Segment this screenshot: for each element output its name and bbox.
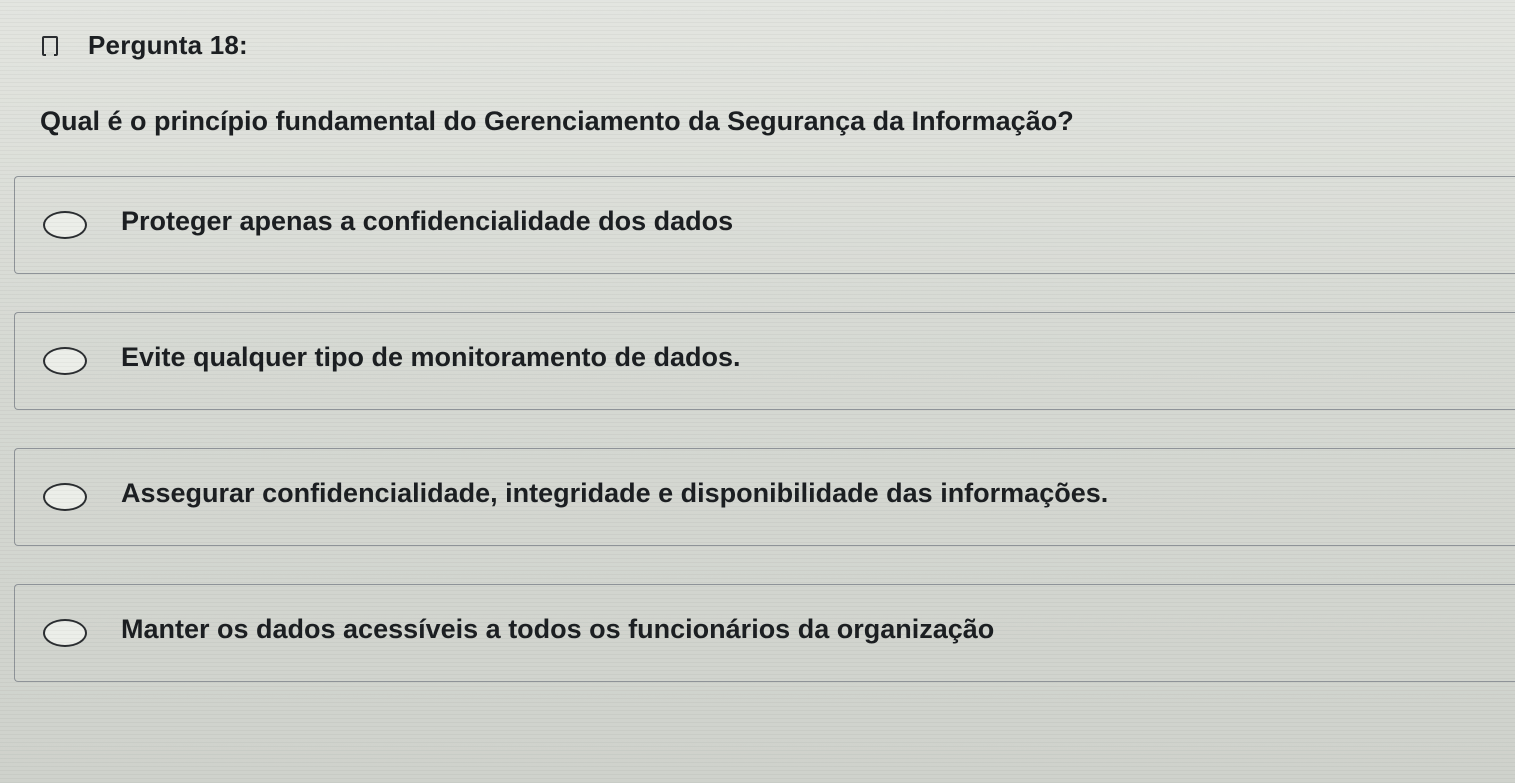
radio-button-icon[interactable]	[43, 211, 87, 239]
answer-option-3[interactable]: Assegurar confidencialidade, integridade…	[14, 448, 1515, 546]
flag-question-icon[interactable]	[42, 35, 58, 56]
question-header: Pergunta 18:	[42, 30, 248, 61]
answer-option-4[interactable]: Manter os dados acessíveis a todos os fu…	[14, 584, 1515, 682]
question-text: Qual é o princípio fundamental do Gerenc…	[40, 106, 1074, 136]
answer-option-label: Proteger apenas a confidencialidade dos …	[121, 205, 734, 236]
answer-option-label: Assegurar confidencialidade, integridade…	[121, 477, 1109, 508]
question-number: Pergunta 18:	[88, 30, 248, 60]
radio-button-icon[interactable]	[43, 619, 87, 647]
radio-button-icon[interactable]	[43, 347, 87, 375]
answer-option-label: Evite qualquer tipo de monitoramento de …	[121, 341, 741, 372]
answer-option-2[interactable]: Evite qualquer tipo de monitoramento de …	[14, 312, 1515, 410]
answer-option-label: Manter os dados acessíveis a todos os fu…	[121, 613, 995, 644]
radio-button-icon[interactable]	[43, 483, 87, 511]
answer-option-1[interactable]: Proteger apenas a confidencialidade dos …	[14, 176, 1515, 274]
